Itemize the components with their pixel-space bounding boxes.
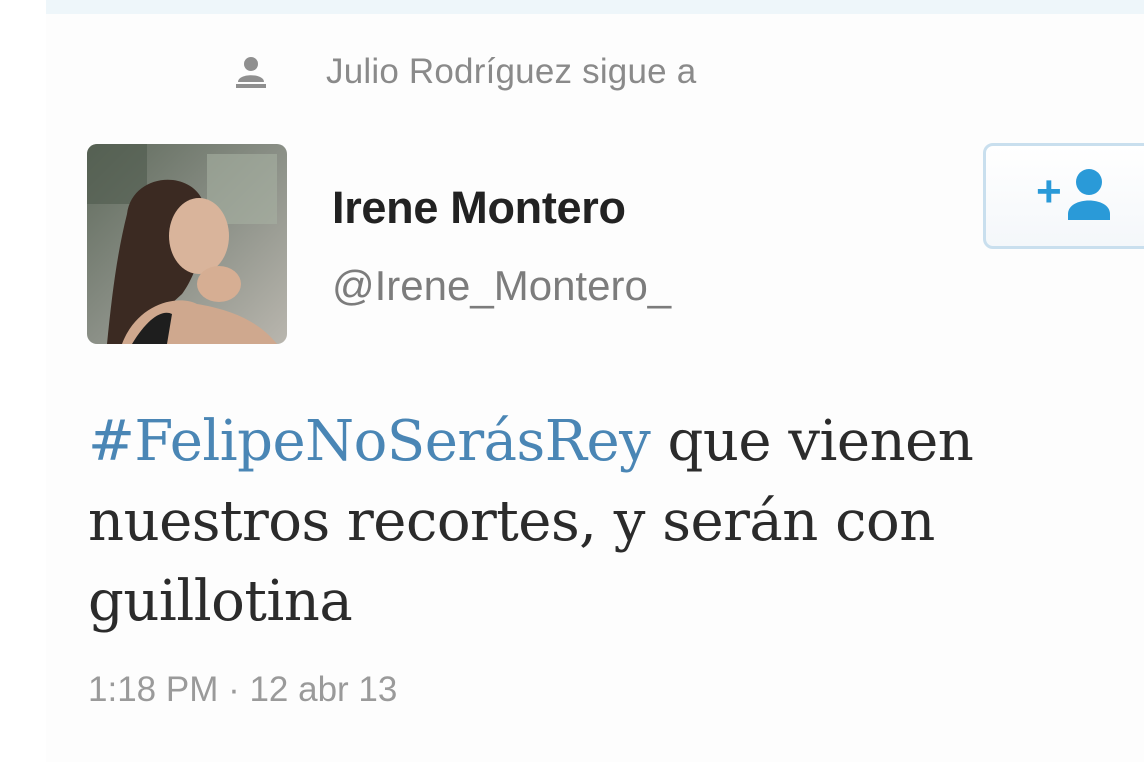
top-band [0, 0, 1144, 14]
follow-button[interactable]: + [983, 143, 1144, 249]
user-handle[interactable]: @Irene_Montero_ [332, 262, 671, 310]
follow-context: Julio Rodríguez sigue a [234, 50, 696, 94]
person-icon [236, 57, 266, 88]
tweet-card [46, 14, 1144, 762]
tweet-text: #FelipeNoSerásRey que vienen nuestros re… [88, 402, 1128, 642]
timestamp[interactable]: 1:18 PM · 12 abr 13 [88, 670, 397, 710]
context-text[interactable]: Julio Rodríguez sigue a [326, 52, 696, 92]
hashtag-link[interactable]: #FelipeNoSerásRey [88, 409, 651, 474]
avatar[interactable] [87, 144, 287, 344]
display-name[interactable]: Irene Montero [332, 182, 626, 234]
plus-sign: + [1036, 167, 1062, 216]
follow-person-icon [1068, 169, 1110, 220]
profile-photo [87, 144, 287, 344]
left-margin [0, 0, 46, 762]
